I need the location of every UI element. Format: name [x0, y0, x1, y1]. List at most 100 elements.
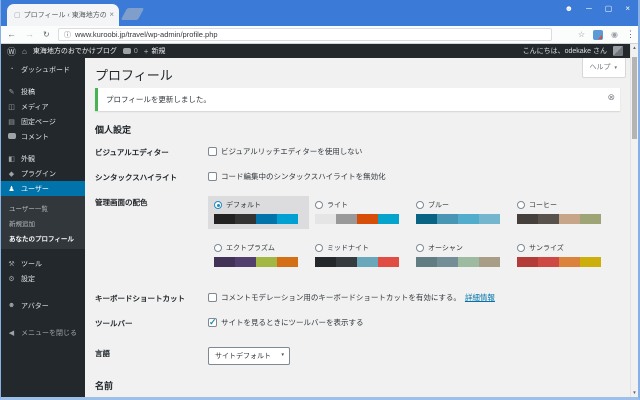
scheme-ocean-radio[interactable]	[416, 244, 424, 252]
scheme-ocean[interactable]: オーシャン	[410, 239, 511, 272]
color-swatch	[517, 214, 538, 224]
new-content-label[interactable]: 新規	[151, 46, 165, 56]
submenu-item-your-profile[interactable]: あなたのプロフィール	[0, 230, 85, 245]
scheme-swatches	[416, 257, 500, 267]
scheme-blue-radio[interactable]	[416, 201, 424, 209]
scheme-sunrise-radio[interactable]	[517, 244, 525, 252]
scheme-blue[interactable]: ブルー	[410, 196, 511, 229]
scheme-ectoplasm[interactable]: エクトプラズム	[208, 239, 309, 272]
close-button[interactable]: ×	[625, 4, 630, 14]
wordpress-logo-icon[interactable]: Ⓦ	[7, 45, 16, 58]
sidebar-item-settings[interactable]: ⚙ 設定	[0, 271, 85, 286]
extension-icon[interactable]	[593, 30, 603, 40]
language-select[interactable]: サイトデフォルト ▼	[208, 347, 290, 365]
scheme-swatches	[517, 257, 601, 267]
visual-editor-checkbox[interactable]	[208, 147, 217, 156]
page-title: プロフィール	[95, 65, 622, 84]
keyboard-shortcuts-checkbox[interactable]	[208, 293, 217, 302]
syntax-highlight-row: シンタックスハイライト コード編集中のシンタックスハイライトを無効化	[95, 171, 622, 183]
toolbar-option-text: サイトを見るときにツールバーを表示する	[221, 317, 364, 328]
scheme-ectoplasm-radio[interactable]	[214, 244, 222, 252]
back-icon[interactable]: ←	[7, 29, 16, 39]
color-swatch	[479, 257, 500, 267]
scheme-default[interactable]: デフォルト	[208, 196, 309, 229]
color-swatch	[517, 257, 538, 267]
color-swatch	[437, 214, 458, 224]
reload-icon[interactable]: ↻	[43, 30, 50, 39]
sidebar-item-plugins[interactable]: ◆ プラグイン	[0, 166, 85, 181]
notice-text: プロフィールを更新しました。	[106, 95, 211, 104]
color-swatch	[378, 214, 399, 224]
sidebar-item-label: ダッシュボード	[21, 65, 70, 75]
sidebar-item-tools[interactable]: ⚒ ツール	[0, 256, 85, 271]
home-icon[interactable]: ⌂	[22, 47, 27, 56]
sidebar-item-posts[interactable]: ✎ 投稿	[0, 84, 85, 99]
browser-toolbar: ← → ↻ ⓘ www.kuroobi.jp/travel/wp-admin/p…	[0, 26, 640, 44]
forward-icon[interactable]: →	[25, 29, 34, 39]
browser-tab[interactable]: ▢ プロフィール ‹ 東海地方のお ×	[7, 4, 119, 26]
user-avatar[interactable]	[613, 46, 623, 56]
scheme-light-radio[interactable]	[315, 201, 323, 209]
minimize-button[interactable]: ─	[586, 4, 592, 14]
appearance-icon: ◧	[7, 155, 16, 163]
maximize-button[interactable]: ▢	[605, 4, 613, 14]
help-button[interactable]: ヘルプ ▼	[582, 58, 626, 78]
user-greeting[interactable]: こんにちは、odekake さん	[523, 46, 607, 56]
toolbar-checkbox[interactable]: ✓	[208, 318, 217, 327]
users-submenu: ユーザー一覧 新規追加 あなたのプロフィール	[0, 196, 85, 249]
scheme-label: デフォルト	[226, 200, 261, 210]
more-info-link[interactable]: 詳細情報	[465, 292, 495, 303]
color-swatch	[315, 257, 336, 267]
admin-bar-site-name[interactable]: 東海地方のおでかけブログ	[33, 46, 117, 56]
site-info-icon[interactable]: ⓘ	[64, 30, 71, 40]
dismiss-notice-icon[interactable]: ⊗	[607, 92, 615, 102]
sidebar-item-comments[interactable]: コメント	[0, 129, 85, 144]
sidebar-item-collapse-menu[interactable]: ◀ メニューを閉じる	[0, 325, 85, 340]
scheme-coffee[interactable]: コーヒー	[511, 196, 612, 229]
wp-admin-bar: Ⓦ ⌂ 東海地方のおでかけブログ 0 + 新規 こんにちは、odekake さん	[0, 44, 630, 58]
scheme-midnight[interactable]: ミッドナイト	[309, 239, 410, 272]
sidebar-item-media[interactable]: ◫ メディア	[0, 99, 85, 114]
sidebar-item-users[interactable]: ♟ ユーザー	[0, 181, 85, 196]
color-swatch	[458, 257, 479, 267]
new-content-plus-icon[interactable]: +	[144, 47, 149, 56]
scrollbar-thumb[interactable]	[632, 57, 637, 139]
submenu-item-add-new[interactable]: 新規追加	[0, 215, 85, 230]
sidebar-item-label: ツール	[21, 259, 42, 269]
new-tab-button[interactable]	[121, 8, 144, 20]
sidebar-item-label: ユーザー	[21, 184, 49, 194]
comments-bubble-icon[interactable]	[123, 48, 131, 54]
browser-menu-icon[interactable]: ⋮	[626, 29, 635, 40]
name-section-heading: 名前	[95, 379, 622, 392]
scheme-sunrise[interactable]: サンライズ	[511, 239, 612, 272]
scroll-down-icon[interactable]: ▼	[631, 389, 638, 397]
comment-count[interactable]: 0	[134, 48, 138, 55]
sidebar-item-appearance[interactable]: ◧ 外観	[0, 151, 85, 166]
syntax-highlight-checkbox[interactable]	[208, 172, 217, 181]
scheme-midnight-radio[interactable]	[315, 244, 323, 252]
scroll-up-icon[interactable]: ▲	[631, 44, 638, 52]
sidebar-item-avatar[interactable]: ☻ アバター	[0, 298, 85, 313]
tools-icon: ⚒	[7, 260, 16, 268]
camera-extension-icon[interactable]: ◉	[611, 30, 618, 39]
page-scrollbar[interactable]: ▲ ▼	[630, 44, 638, 397]
color-swatch	[235, 214, 256, 224]
check-icon: ✓	[209, 317, 217, 328]
color-swatch	[559, 214, 580, 224]
updated-notice: プロフィールを更新しました。 ⊗	[95, 88, 620, 111]
submenu-item-user-list[interactable]: ユーザー一覧	[0, 200, 85, 215]
scheme-default-radio[interactable]	[214, 201, 222, 209]
scheme-light[interactable]: ライト	[309, 196, 410, 229]
sidebar-item-pages[interactable]: ▤ 固定ページ	[0, 114, 85, 129]
color-swatch	[315, 214, 336, 224]
sidebar-item-dashboard[interactable]: ◔ ダッシュボード	[0, 62, 85, 77]
toolbar-row: ツールバー ✓ サイトを見るときにツールバーを表示する	[95, 317, 622, 329]
scheme-coffee-radio[interactable]	[517, 201, 525, 209]
visual-editor-row: ビジュアルエディター ビジュアルリッチエディターを使用しない	[95, 146, 622, 158]
bookmark-star-icon[interactable]: ☆	[578, 30, 585, 39]
address-bar[interactable]: ⓘ www.kuroobi.jp/travel/wp-admin/profile…	[58, 28, 552, 41]
language-label: 言語	[95, 347, 208, 359]
tab-favicon-icon: ▢	[14, 11, 21, 19]
tab-close-icon[interactable]: ×	[109, 11, 114, 19]
profile-person-icon[interactable]: ☻	[565, 4, 573, 14]
